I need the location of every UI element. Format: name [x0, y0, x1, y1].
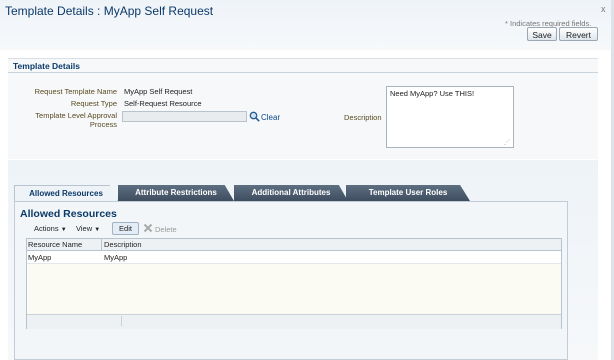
chevron-down-icon: ▼: [60, 227, 67, 233]
save-button[interactable]: Save: [527, 27, 557, 41]
view-menu[interactable]: View ▼: [76, 224, 100, 233]
tab-additional-attributes[interactable]: Additional Attributes: [234, 185, 348, 201]
tab-allowed-resources[interactable]: Allowed Resources: [14, 185, 118, 201]
actions-label: Actions: [34, 224, 59, 233]
page-title: Template Details : MyApp Self Request: [5, 4, 214, 18]
request-template-name-value: MyApp Self Request: [124, 87, 193, 96]
section-divider: [8, 72, 598, 73]
cell-description: MyApp: [104, 253, 128, 262]
delete-button[interactable]: Delete: [155, 225, 177, 234]
close-icon[interactable]: x: [601, 4, 606, 14]
clear-link[interactable]: Clear: [261, 113, 280, 122]
delete-x-icon: [143, 223, 153, 233]
tab-bar: Allowed Resources Attribute Restrictions…: [14, 185, 574, 201]
column-header-description[interactable]: Description: [104, 240, 142, 249]
edit-button[interactable]: Edit: [112, 222, 139, 235]
tab-template-user-roles[interactable]: Template User Roles: [346, 185, 470, 201]
description-label: Description: [344, 113, 382, 122]
section-title: Template Details: [13, 61, 80, 71]
cell-resource-name: MyApp: [28, 253, 52, 262]
request-type-value: Self-Request Resource: [124, 99, 202, 108]
table-empty-area: [27, 264, 561, 314]
request-template-name-label: Request Template Name: [34, 87, 117, 96]
panel-title: Allowed Resources: [20, 208, 117, 220]
column-header-resource-name[interactable]: Resource Name: [28, 240, 82, 249]
request-type-label: Request Type: [70, 99, 117, 108]
actions-menu[interactable]: Actions ▼: [34, 224, 67, 233]
approval-process-label: Template Level Approval Process: [35, 111, 117, 129]
table-footer: [27, 314, 561, 329]
tab-attribute-restrictions[interactable]: Attribute Restrictions: [118, 185, 234, 201]
resize-grip-icon[interactable]: ⋰: [504, 139, 510, 146]
search-icon[interactable]: [249, 111, 260, 122]
column-divider[interactable]: [101, 239, 102, 250]
description-textarea[interactable]: Need MyApp? Use THIS!: [386, 86, 514, 148]
revert-button[interactable]: Revert: [559, 27, 598, 41]
chevron-down-icon: ▼: [94, 227, 101, 233]
footer-divider: [121, 316, 122, 326]
view-label: View: [76, 224, 93, 233]
approval-process-input[interactable]: [122, 111, 247, 122]
